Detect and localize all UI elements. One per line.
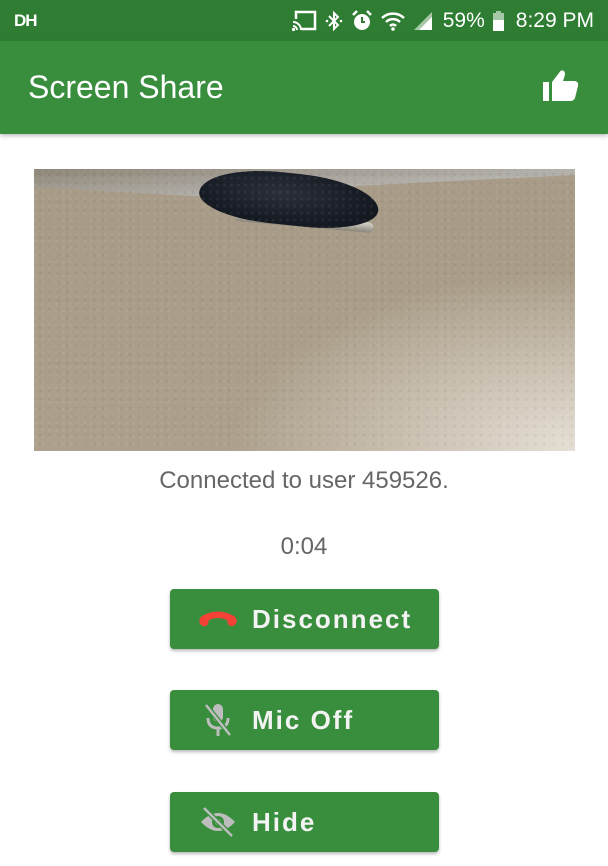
status-bar: DH 59% 8:29 PM bbox=[0, 0, 608, 41]
status-icons: 59% 8:29 PM bbox=[290, 8, 594, 33]
hide-label: Hide bbox=[252, 806, 317, 837]
like-button[interactable] bbox=[542, 69, 580, 107]
cast-icon bbox=[290, 10, 317, 32]
battery-percent: 59% bbox=[442, 8, 485, 32]
battery-icon bbox=[492, 10, 504, 31]
app-bar: Screen Share bbox=[0, 41, 608, 134]
thumbs-up-icon bbox=[543, 69, 579, 106]
connection-status: Connected to user 459526. bbox=[159, 467, 449, 494]
disconnect-label: Disconnect bbox=[252, 603, 413, 634]
video-preview bbox=[34, 169, 575, 451]
mic-off-icon bbox=[196, 700, 240, 740]
call-timer: 0:04 bbox=[280, 533, 328, 560]
mic-off-button[interactable]: Mic Off bbox=[170, 690, 439, 750]
cell-signal-icon bbox=[413, 11, 433, 31]
mic-off-label: Mic Off bbox=[252, 704, 355, 735]
phone-hangup-icon bbox=[196, 599, 240, 639]
clock: 8:29 PM bbox=[515, 8, 594, 32]
page-title: Screen Share bbox=[28, 69, 224, 105]
bluetooth-icon bbox=[325, 10, 343, 32]
carrier-badge: DH bbox=[14, 10, 38, 30]
hide-button[interactable]: Hide bbox=[170, 792, 439, 852]
eye-off-icon bbox=[196, 802, 240, 842]
alarm-icon bbox=[351, 9, 373, 32]
disconnect-button[interactable]: Disconnect bbox=[170, 589, 439, 649]
video-texture bbox=[34, 169, 575, 451]
wifi-icon bbox=[380, 11, 405, 31]
